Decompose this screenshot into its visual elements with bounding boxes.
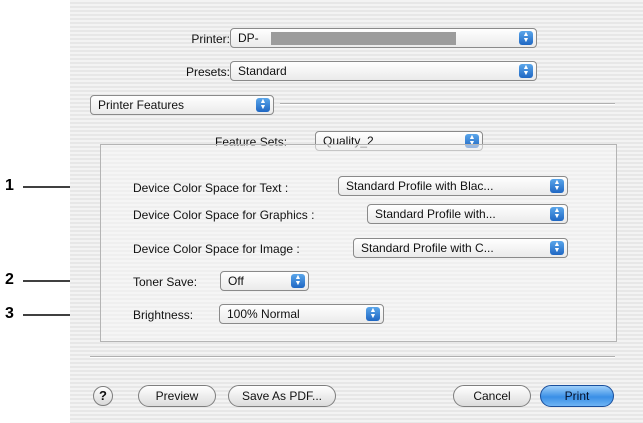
separator — [280, 103, 615, 105]
panel-popup-value: Printer Features — [98, 98, 185, 112]
callout-number-2: 2 — [5, 271, 14, 288]
printer-popup-value: DP- — [238, 31, 259, 45]
color-space-image-popup[interactable]: Standard Profile with C... ▲ ▼ — [353, 238, 568, 258]
color-space-text-value: Standard Profile with Blac... — [346, 179, 494, 193]
panel-popup[interactable]: Printer Features ▲ ▼ — [90, 95, 274, 115]
popup-arrows-icon: ▲▼ — [519, 64, 533, 78]
brightness-popup[interactable]: 100% Normal ▲ ▼ — [219, 304, 384, 324]
popup-arrows-icon: ▲▼ — [291, 274, 305, 288]
brightness-value: 100% Normal — [227, 307, 300, 321]
print-dialog: Printer: DP- ▲ ▼ Presets: Standard ▲ ▼ Pri… — [70, 0, 643, 423]
preview-button[interactable]: Preview — [138, 385, 216, 407]
popup-arrows-icon: ▲▼ — [550, 179, 564, 193]
printer-label: Printer: — [191, 32, 230, 46]
print-button[interactable]: Print — [540, 385, 614, 407]
redacted-printer-name — [271, 32, 456, 45]
bottom-separator — [90, 356, 615, 358]
color-space-image-label: Device Color Space for Image : — [133, 242, 300, 256]
color-space-graphics-label: Device Color Space for Graphics : — [133, 208, 315, 222]
color-space-graphics-popup[interactable]: Standard Profile with... ▲ ▼ — [367, 204, 568, 224]
cancel-button[interactable]: Cancel — [453, 385, 531, 407]
presets-popup-value: Standard — [238, 64, 287, 78]
brightness-label: Brightness: — [133, 308, 194, 322]
popup-arrows-icon: ▲▼ — [550, 241, 564, 255]
callout-number-1: 1 — [5, 177, 14, 194]
printer-popup[interactable]: DP- ▲ ▼ — [230, 28, 537, 48]
callout-number-3: 3 — [5, 305, 14, 322]
color-space-text-label: Device Color Space for Text : — [133, 181, 289, 195]
presets-label: Presets: — [185, 65, 230, 79]
popup-arrows-icon: ▲▼ — [256, 98, 270, 112]
presets-popup[interactable]: Standard ▲ ▼ — [230, 61, 537, 81]
popup-arrows-icon: ▲▼ — [519, 31, 533, 45]
popup-arrows-icon: ▲▼ — [550, 207, 564, 221]
color-space-graphics-value: Standard Profile with... — [375, 207, 496, 221]
toner-save-popup[interactable]: Off ▲ ▼ — [220, 271, 309, 291]
toner-save-value: Off — [228, 274, 244, 288]
save-as-pdf-button[interactable]: Save As PDF... — [228, 385, 336, 407]
toner-save-label: Toner Save: — [133, 275, 198, 289]
help-button[interactable]: ? — [93, 386, 113, 406]
color-space-text-popup[interactable]: Standard Profile with Blac... ▲ ▼ — [338, 176, 568, 196]
popup-arrows-icon: ▲▼ — [366, 307, 380, 321]
color-space-image-value: Standard Profile with C... — [361, 241, 494, 255]
